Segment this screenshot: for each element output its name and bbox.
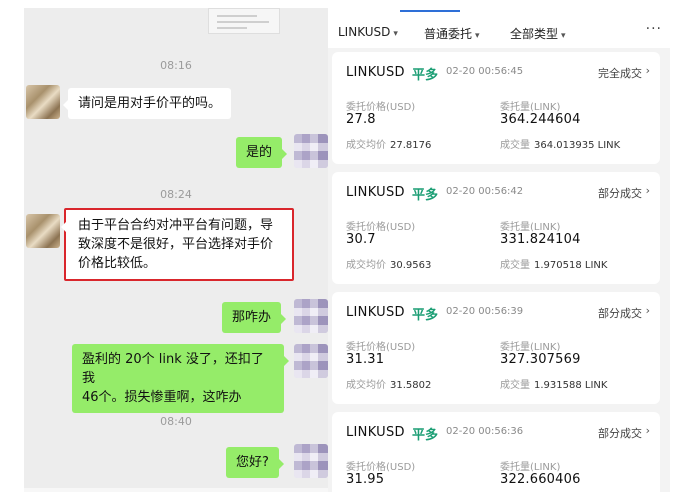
order-price: 27.8	[346, 112, 376, 127]
filled-row: 成交量 364.013935 LINK	[500, 136, 620, 151]
price-label: 委托价格(USD)	[346, 102, 416, 113]
filled-label: 成交量	[500, 140, 530, 151]
order-symbol: LINKUSD	[346, 425, 405, 440]
message-bubble-outgoing[interactable]: 您好?	[226, 447, 284, 478]
all-types-label: 全部类型	[510, 27, 559, 41]
chevron-right-icon[interactable]: ›	[646, 304, 650, 317]
avg-price: 30.9563	[390, 260, 432, 271]
all-types-dropdown[interactable]: 全部类型 ▾	[510, 25, 566, 42]
more-icon[interactable]: ···	[646, 21, 662, 37]
order-side: 平多	[412, 308, 439, 323]
order-side: 平多	[412, 188, 439, 203]
order-card[interactable]: LINKUSD 平多 02-20 00:56:45 完全成交 › 委托价格(US…	[332, 52, 660, 164]
chevron-right-icon[interactable]: ›	[646, 184, 650, 197]
chevron-down-icon: ▾	[475, 31, 480, 41]
message-text: 是的	[246, 145, 273, 160]
filled-qty: 1.931588 LINK	[534, 380, 608, 391]
order-symbol: LINKUSD	[346, 65, 405, 80]
qty-label: 委托量(LINK)	[500, 462, 561, 473]
order-qty: 322.660406	[500, 472, 581, 487]
my-avatar[interactable]	[294, 344, 328, 378]
order-time: 02-20 00:56:42	[446, 186, 524, 197]
message-line: 盈利的 20个 link 没了，还扣了我	[82, 352, 264, 386]
message-bubble-highlighted[interactable]: 由于平台合约对冲平台有问题，导 致深度不是很好，平台选择对手价 价格比较低。	[61, 208, 294, 281]
message-bubble-incoming[interactable]: 请问是用对手价平的吗。	[62, 88, 232, 119]
my-avatar[interactable]	[294, 299, 328, 333]
contact-avatar[interactable]	[26, 214, 60, 248]
avg-price-row: 成交均价 27.8176	[346, 136, 431, 151]
avg-price-row: 成交均价 31.5802	[346, 376, 431, 391]
message-line: 价格比较低。	[78, 256, 157, 271]
filled-qty: 364.013935 LINK	[534, 140, 621, 151]
chevron-right-icon[interactable]: ›	[646, 64, 650, 77]
chat-timestamp: 08:24	[160, 188, 192, 201]
order-price: 30.7	[346, 232, 376, 247]
message-bubble-outgoing[interactable]: 盈利的 20个 link 没了，还扣了我 46个。损失惨重啊，这咋办	[72, 344, 289, 413]
filled-qty: 1.970518 LINK	[534, 260, 608, 271]
message-text: 您好?	[236, 455, 269, 470]
avg-price: 27.8176	[390, 140, 432, 151]
message-line: 由于平台合约对冲平台有问题，导	[78, 218, 274, 233]
order-symbol: LINKUSD	[346, 185, 405, 200]
order-price: 31.95	[346, 472, 385, 487]
order-qty: 327.307569	[500, 352, 581, 367]
order-type-dropdown[interactable]: 普通委托 ▾	[424, 25, 480, 42]
order-symbol: LINKUSD	[346, 305, 405, 320]
order-time: 02-20 00:56:39	[446, 306, 524, 317]
order-time: 02-20 00:56:36	[446, 426, 524, 437]
order-side: 平多	[412, 428, 439, 443]
avg-label: 成交均价	[346, 380, 386, 391]
my-avatar[interactable]	[294, 444, 328, 478]
avg-label: 成交均价	[346, 260, 386, 271]
chevron-down-icon: ▾	[561, 31, 566, 41]
my-avatar[interactable]	[294, 134, 328, 168]
message-bubble-outgoing[interactable]: 那咋办	[222, 302, 287, 333]
order-type-label: 普通委托	[424, 27, 473, 41]
message-line: 致深度不是很好，平台选择对手价	[78, 237, 274, 252]
order-card[interactable]: LINKUSD 平多 02-20 00:56:42 部分成交 › 委托价格(US…	[332, 172, 660, 284]
tab-indicator	[400, 10, 460, 12]
order-time: 02-20 00:56:45	[446, 66, 524, 77]
avg-price: 31.5802	[390, 380, 432, 391]
order-status[interactable]: 部分成交	[598, 185, 642, 201]
contact-avatar[interactable]	[26, 85, 60, 119]
avg-price-row: 成交均价 30.9563	[346, 256, 431, 271]
order-card[interactable]: LINKUSD 平多 02-20 00:56:36 部分成交 › 委托价格(US…	[332, 412, 660, 492]
avg-label: 成交均价	[346, 140, 386, 151]
message-text: 那咋办	[232, 310, 272, 325]
symbol-filter-dropdown[interactable]: LINKUSD ▾	[338, 25, 398, 39]
filter-bar: LINKUSD ▾ 普通委托 ▾ 全部类型 ▾ ···	[328, 8, 670, 48]
chat-timestamp: 08:16	[160, 59, 192, 72]
filled-row: 成交量 1.970518 LINK	[500, 256, 607, 271]
message-text: 请问是用对手价平的吗。	[78, 96, 222, 111]
order-status[interactable]: 部分成交	[598, 425, 642, 441]
qty-label: 委托量(LINK)	[500, 342, 561, 353]
chat-panel: 08:16 请问是用对手价平的吗。 是的 08:24 由于平台合约对冲平台有问题…	[24, 8, 328, 492]
order-status[interactable]: 完全成交	[598, 65, 642, 81]
image-thumbnail[interactable]	[208, 8, 280, 34]
order-side: 平多	[412, 68, 439, 83]
filled-label: 成交量	[500, 380, 530, 391]
order-card[interactable]: LINKUSD 平多 02-20 00:56:39 部分成交 › 委托价格(US…	[332, 292, 660, 404]
order-history-panel: LINKUSD ▾ 普通委托 ▾ 全部类型 ▾ ··· LINKUSD 平多 02-2…	[328, 8, 670, 492]
price-label: 委托价格(USD)	[346, 342, 416, 353]
qty-label: 委托量(LINK)	[500, 222, 561, 233]
price-label: 委托价格(USD)	[346, 462, 416, 473]
filled-row: 成交量 1.931588 LINK	[500, 376, 607, 391]
order-status[interactable]: 部分成交	[598, 305, 642, 321]
order-qty: 331.824104	[500, 232, 581, 247]
message-line: 46个。损失惨重啊，这咋办	[82, 390, 242, 405]
input-bar-edge	[24, 488, 328, 492]
chevron-down-icon: ▾	[393, 29, 398, 39]
chevron-right-icon[interactable]: ›	[646, 424, 650, 437]
filled-label: 成交量	[500, 260, 530, 271]
symbol-filter-label: LINKUSD	[338, 25, 391, 39]
order-qty: 364.244604	[500, 112, 581, 127]
message-bubble-outgoing[interactable]: 是的	[236, 137, 288, 168]
price-label: 委托价格(USD)	[346, 222, 416, 233]
qty-label: 委托量(LINK)	[500, 102, 561, 113]
order-price: 31.31	[346, 352, 385, 367]
chat-timestamp: 08:40	[160, 415, 192, 428]
